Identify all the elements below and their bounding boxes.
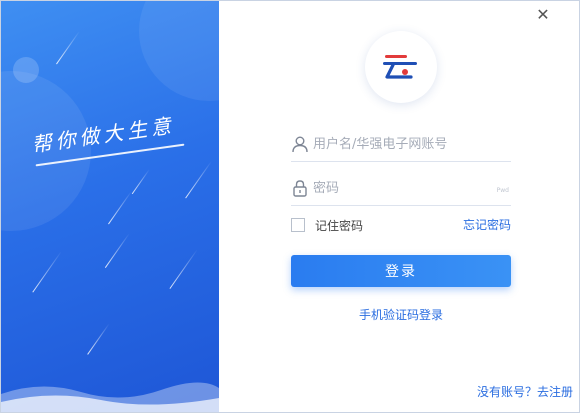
decor-streak xyxy=(169,249,198,289)
remember-checkbox[interactable] xyxy=(291,218,305,232)
sms-login-link[interactable]: 手机验证码登录 xyxy=(291,306,511,323)
decor-streak xyxy=(185,161,212,199)
register-link[interactable]: 没有账号？去注册 xyxy=(477,383,573,400)
decor-streak xyxy=(104,233,130,268)
username-input[interactable] xyxy=(313,133,509,155)
decor-wave xyxy=(1,382,219,412)
decor-streak xyxy=(131,169,150,195)
login-window: 帮你做大生意 ✕ 用户名/华强电子网账号 Pwd 记住密码 忘记密码 登录 手机… xyxy=(0,0,580,413)
password-field: Pwd xyxy=(291,173,511,206)
remember-password: 记住密码 xyxy=(291,216,363,234)
lock-icon xyxy=(293,180,307,197)
login-form-area: ✕ Pwd xyxy=(219,1,579,412)
decor-bubble xyxy=(13,57,39,83)
password-hint: Pwd xyxy=(496,187,509,194)
login-button[interactable]: 登录 xyxy=(291,255,511,287)
password-input[interactable] xyxy=(313,177,509,199)
forgot-password-link[interactable]: 忘记密码 xyxy=(463,216,511,233)
close-button[interactable]: ✕ xyxy=(533,5,553,25)
decor-streak xyxy=(32,251,62,293)
decor-streak xyxy=(108,191,132,225)
decor-bubble xyxy=(139,1,219,101)
cloud-logo-icon xyxy=(383,55,417,79)
remember-label: 记住密码 xyxy=(315,218,364,233)
decor-streak xyxy=(56,31,80,65)
promo-panel: 帮你做大生意 xyxy=(1,1,219,412)
decor-streak xyxy=(87,323,110,355)
username-field xyxy=(291,129,511,162)
app-logo xyxy=(365,31,437,103)
user-icon xyxy=(292,136,308,153)
